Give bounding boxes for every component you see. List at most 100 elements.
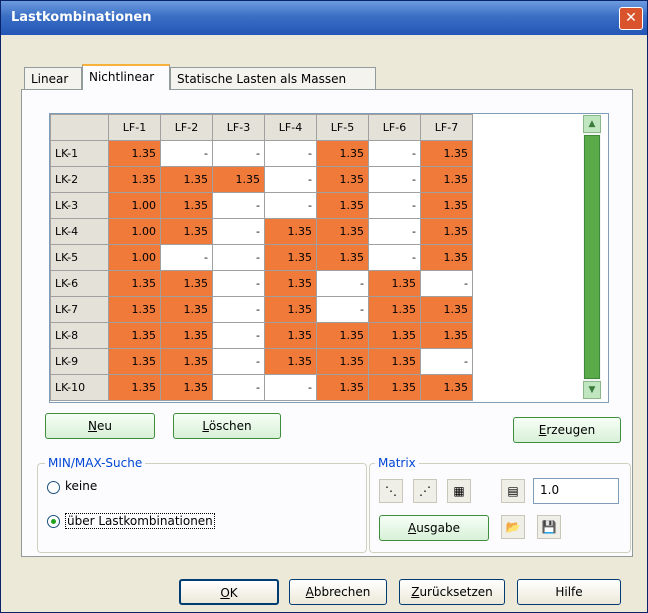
matrix-cell[interactable]: 1.35 bbox=[108, 322, 161, 349]
matrix-cell[interactable]: - bbox=[212, 270, 265, 297]
matrix-cell[interactable]: 1.00 bbox=[108, 192, 161, 219]
matrix-cell[interactable]: 1.35 bbox=[160, 374, 213, 401]
matrix-cell[interactable]: 1.35 bbox=[108, 348, 161, 375]
matrix-cell[interactable]: 1.00 bbox=[108, 244, 161, 271]
matrix-table: LF-1 LF-2 LF-3 LF-4 LF-5 LF-6 LF-7 LK-1 1… bbox=[50, 114, 473, 401]
close-button[interactable]: ✕ bbox=[619, 7, 643, 30]
matrix-cell[interactable]: 1.35 bbox=[108, 296, 161, 323]
scroll-down-icon[interactable]: ▼ bbox=[583, 381, 601, 399]
matrix-cell[interactable]: 1.35 bbox=[316, 218, 369, 245]
diagonal-up-icon[interactable]: ⋰ bbox=[413, 479, 437, 503]
matrix-cell[interactable]: - bbox=[420, 348, 473, 375]
matrix-cell[interactable]: 1.35 bbox=[368, 374, 421, 401]
matrix-cell[interactable]: 1.35 bbox=[264, 322, 317, 349]
matrix-cell[interactable]: - bbox=[368, 140, 421, 167]
matrix-cell[interactable]: - bbox=[160, 140, 213, 167]
matrix-cell[interactable]: 1.35 bbox=[264, 244, 317, 271]
matrix-cell[interactable]: 1.35 bbox=[316, 244, 369, 271]
matrix-cell[interactable]: 1.35 bbox=[264, 296, 317, 323]
matrix-cell[interactable]: 1.35 bbox=[160, 192, 213, 219]
matrix-cell[interactable]: 1.35 bbox=[160, 348, 213, 375]
matrix-cell[interactable]: - bbox=[368, 166, 421, 193]
matrix-cell[interactable]: - bbox=[212, 322, 265, 349]
matrix-cell[interactable]: 1.35 bbox=[368, 270, 421, 297]
vertical-scrollbar[interactable]: ▲ ▼ bbox=[583, 115, 601, 399]
matrix-cell[interactable]: 1.35 bbox=[108, 140, 161, 167]
tab-nichtlinear[interactable]: Nichtlinear bbox=[82, 64, 170, 90]
matrix-cell[interactable]: 1.35 bbox=[160, 296, 213, 323]
matrix-cell[interactable]: - bbox=[160, 244, 213, 271]
matrix-cell[interactable]: - bbox=[212, 140, 265, 167]
tab-statische-lasten[interactable]: Statische Lasten als Massen bbox=[170, 67, 376, 89]
matrix-cell[interactable]: 1.35 bbox=[264, 348, 317, 375]
scrollbar-thumb[interactable] bbox=[584, 135, 600, 379]
ok-button[interactable]: OK bbox=[179, 579, 279, 605]
matrix-cell[interactable]: - bbox=[212, 348, 265, 375]
matrix-cell[interactable]: 1.35 bbox=[212, 166, 265, 193]
matrix-cell[interactable]: 1.35 bbox=[420, 296, 473, 323]
open-folder-icon[interactable]: 📂 bbox=[501, 515, 525, 539]
matrix-cell[interactable]: - bbox=[368, 244, 421, 271]
matrix-cell[interactable]: 1.35 bbox=[420, 374, 473, 401]
diagonal-down-icon[interactable]: ⋱ bbox=[379, 479, 403, 503]
matrix-cell[interactable]: 1.35 bbox=[264, 218, 317, 245]
matrix-cell[interactable]: 1.35 bbox=[108, 270, 161, 297]
matrix-cell[interactable]: 1.35 bbox=[420, 218, 473, 245]
table-row: LK-7 1.35 1.35-1.35-1.35 1.35 bbox=[50, 296, 473, 323]
zuruecksetzen-button[interactable]: Zurücksetzen bbox=[399, 579, 505, 605]
matrix-cell[interactable]: - bbox=[212, 374, 265, 401]
ausgabe-button[interactable]: Ausgabe bbox=[379, 515, 489, 541]
tab-linear[interactable]: Linear bbox=[24, 67, 82, 89]
matrix-cell[interactable]: 1.35 bbox=[160, 322, 213, 349]
matrix-cell[interactable]: 1.35 bbox=[316, 140, 369, 167]
matrix-cell[interactable]: 1.35 bbox=[420, 140, 473, 167]
matrix-cell[interactable]: - bbox=[212, 296, 265, 323]
neu-button[interactable]: Neu bbox=[45, 413, 155, 439]
matrix-cell[interactable]: 1.35 bbox=[316, 166, 369, 193]
save-disk-icon[interactable]: 💾 bbox=[537, 515, 561, 539]
matrix-cell[interactable]: - bbox=[212, 192, 265, 219]
matrix-cell[interactable]: 1.35 bbox=[420, 244, 473, 271]
matrix-cell[interactable]: 1.35 bbox=[316, 348, 369, 375]
combination-matrix[interactable]: LF-1 LF-2 LF-3 LF-4 LF-5 LF-6 LF-7 LK-1 1… bbox=[49, 113, 609, 403]
grid-dark-icon[interactable]: ▦ bbox=[447, 479, 471, 503]
matrix-cell[interactable]: - bbox=[212, 218, 265, 245]
matrix-cell[interactable]: 1.35 bbox=[108, 374, 161, 401]
grid-light-icon[interactable]: ▤ bbox=[501, 479, 525, 503]
matrix-cell[interactable]: - bbox=[212, 244, 265, 271]
matrix-cell[interactable]: - bbox=[264, 166, 317, 193]
abbrechen-button[interactable]: Abbrechen bbox=[289, 579, 387, 605]
matrix-cell[interactable]: 1.35 bbox=[264, 270, 317, 297]
table-row: LK-3 1.00 1.35- -1.35-1.35 bbox=[50, 192, 473, 219]
matrix-cell[interactable]: 1.35 bbox=[316, 374, 369, 401]
scroll-up-icon[interactable]: ▲ bbox=[583, 115, 601, 133]
loeschen-button[interactable]: Löschen bbox=[173, 413, 281, 439]
matrix-cell[interactable]: 1.35 bbox=[316, 192, 369, 219]
matrix-cell[interactable]: - bbox=[368, 218, 421, 245]
matrix-cell[interactable]: 1.35 bbox=[160, 218, 213, 245]
hilfe-button[interactable]: Hilfe bbox=[517, 579, 621, 605]
matrix-cell[interactable]: 1.35 bbox=[368, 322, 421, 349]
matrix-cell[interactable]: - bbox=[316, 296, 369, 323]
row-header: LK-1 bbox=[50, 140, 109, 167]
matrix-cell[interactable]: 1.35 bbox=[108, 166, 161, 193]
radio-ueber-lastkombinationen[interactable] bbox=[47, 515, 60, 528]
matrix-cell[interactable]: - bbox=[264, 140, 317, 167]
erzeugen-button[interactable]: Erzeugen bbox=[513, 417, 621, 443]
matrix-cell[interactable]: 1.35 bbox=[420, 166, 473, 193]
matrix-cell[interactable]: - bbox=[316, 270, 369, 297]
matrix-cell[interactable]: - bbox=[368, 192, 421, 219]
matrix-value-input[interactable]: 1.0 bbox=[533, 478, 619, 504]
radio-keine[interactable] bbox=[47, 481, 60, 494]
matrix-cell[interactable]: - bbox=[264, 374, 317, 401]
matrix-cell[interactable]: 1.35 bbox=[160, 166, 213, 193]
matrix-cell[interactable]: 1.35 bbox=[316, 322, 369, 349]
matrix-cell[interactable]: 1.35 bbox=[160, 270, 213, 297]
matrix-cell[interactable]: 1.35 bbox=[420, 192, 473, 219]
matrix-cell[interactable]: 1.00 bbox=[108, 218, 161, 245]
matrix-cell[interactable]: - bbox=[264, 192, 317, 219]
matrix-cell[interactable]: - bbox=[420, 270, 473, 297]
matrix-cell[interactable]: 1.35 bbox=[368, 296, 421, 323]
matrix-cell[interactable]: 1.35 bbox=[368, 348, 421, 375]
matrix-cell[interactable]: 1.35 bbox=[420, 322, 473, 349]
